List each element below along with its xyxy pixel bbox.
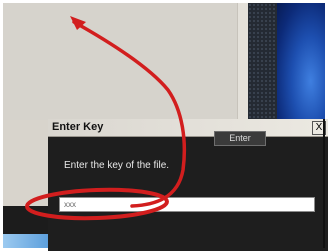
arrow-annotation (72, 20, 187, 208)
annotation-overlay (25, 16, 187, 221)
